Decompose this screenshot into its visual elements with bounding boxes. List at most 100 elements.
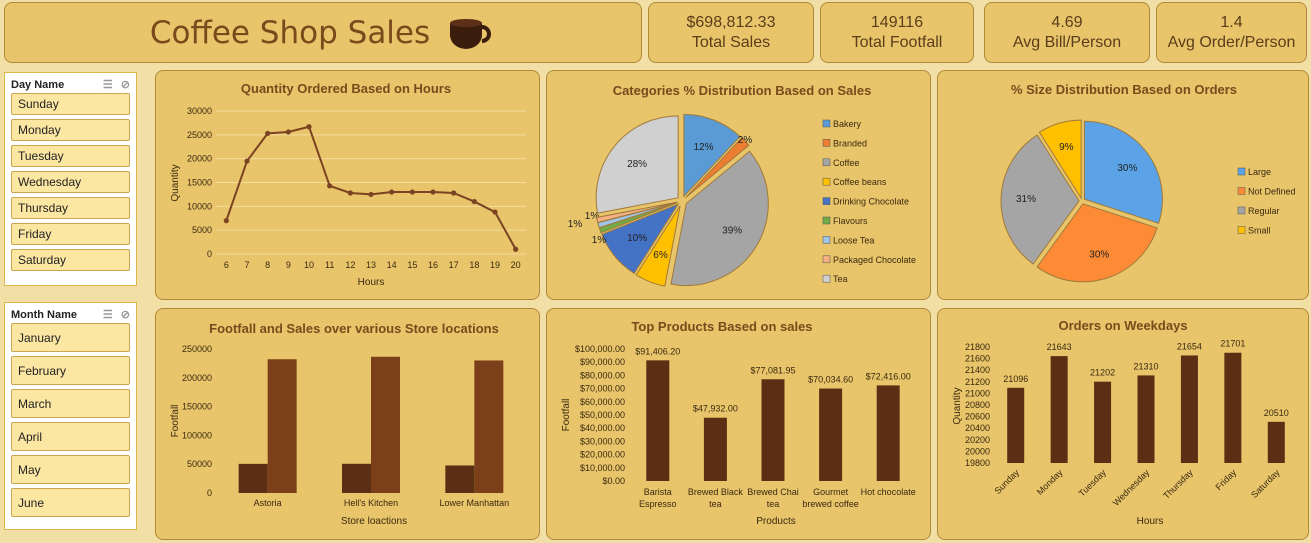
y-tick-label: 10000 bbox=[187, 201, 212, 211]
y-tick-label: $60,000.00 bbox=[580, 397, 625, 407]
data-label: 21096 bbox=[1003, 374, 1028, 384]
slicer-item[interactable]: Tuesday bbox=[11, 145, 130, 167]
slicer-item[interactable]: Sunday bbox=[11, 93, 130, 115]
y-axis-label: Quantity bbox=[170, 164, 181, 201]
panel-sizes-chart: % Size Distribution Based on Orders 30% 30… bbox=[937, 70, 1309, 300]
legend-swatch bbox=[822, 158, 831, 167]
slicer-item[interactable]: Saturday bbox=[11, 249, 130, 271]
data-point bbox=[347, 190, 353, 196]
y-tick-label: $50,000.00 bbox=[580, 410, 625, 420]
slicer-item[interactable]: Wednesday bbox=[11, 171, 130, 193]
y-tick-label: 100000 bbox=[182, 430, 212, 440]
y-axis-label: Quantity bbox=[952, 387, 963, 424]
x-tick-label: 20 bbox=[511, 260, 521, 270]
legend-swatch bbox=[822, 236, 831, 244]
clear-filter-icon[interactable]: ⊘ bbox=[121, 308, 130, 321]
hours-chart: Quantity Ordered Based on Hours 0 5000 1000… bbox=[170, 81, 526, 288]
data-label: 1% bbox=[592, 235, 607, 246]
x-tick-label: 10 bbox=[304, 260, 314, 270]
legend-label: Bakery bbox=[833, 119, 862, 129]
y-tick-label: 21600 bbox=[965, 354, 990, 364]
bar bbox=[371, 356, 400, 493]
data-label: 12% bbox=[693, 142, 713, 153]
slicer-item[interactable]: April bbox=[11, 422, 130, 451]
legend-swatch bbox=[822, 139, 831, 147]
y-tick-label: 150000 bbox=[182, 402, 212, 412]
data-point bbox=[244, 158, 250, 164]
slicer-items: January February March April May June bbox=[5, 323, 136, 517]
y-tick-label: 5000 bbox=[192, 225, 212, 235]
slicer-item[interactable]: March bbox=[11, 389, 130, 418]
data-label: 1% bbox=[568, 219, 583, 230]
x-tick-label: Friday bbox=[1214, 467, 1239, 492]
y-tick-label: $70,000.00 bbox=[580, 384, 625, 394]
legend-label: Not Defined bbox=[1248, 187, 1296, 197]
data-label: $72,416.00 bbox=[866, 371, 911, 381]
slicer-item[interactable]: Monday bbox=[11, 119, 130, 141]
y-tick-label: $10,000.00 bbox=[580, 463, 625, 473]
legend-swatch bbox=[822, 177, 831, 186]
slicer-item[interactable]: January bbox=[11, 323, 130, 352]
y-axis-label: Footfall bbox=[170, 405, 181, 438]
data-label: 30% bbox=[1117, 163, 1137, 174]
slicer-item[interactable]: May bbox=[11, 455, 130, 484]
y-tick-label: 20400 bbox=[965, 423, 990, 433]
y-tick-label: 20200 bbox=[965, 435, 990, 445]
chart-title: % Size Distribution Based on Orders bbox=[1011, 82, 1237, 97]
legend-label: Drinking Chocolate bbox=[833, 197, 909, 207]
bar bbox=[1267, 421, 1285, 463]
clear-filter-icon[interactable]: ⊘ bbox=[121, 78, 130, 91]
coffee-cup-icon bbox=[448, 15, 496, 51]
y-tick-label: $90,000.00 bbox=[580, 357, 625, 367]
x-tick-label: 13 bbox=[366, 260, 376, 270]
slicer-item[interactable]: June bbox=[11, 488, 130, 517]
y-tick-label: $80,000.00 bbox=[580, 370, 625, 380]
data-label: 6% bbox=[653, 250, 668, 261]
data-label: $77,081.95 bbox=[750, 365, 795, 375]
x-tick-label: Espresso bbox=[639, 499, 677, 509]
locations-chart: Footfall and Sales over various Store lo… bbox=[170, 321, 510, 527]
kpi-label: Avg Order/Person bbox=[1167, 33, 1296, 51]
legend-swatch bbox=[822, 255, 831, 264]
x-tick-label: 14 bbox=[387, 260, 397, 270]
title-panel: Coffee Shop Sales bbox=[4, 2, 642, 63]
legend-label: Branded bbox=[833, 138, 867, 148]
panel-locations-chart: Footfall and Sales over various Store lo… bbox=[155, 308, 540, 540]
x-tick-label: Astoria bbox=[254, 498, 282, 508]
slicer-header: Month Name ☰ ⊘ bbox=[5, 303, 136, 323]
panel-weekdays-chart: Orders on Weekdays 19800 20000 20200 20400 20… bbox=[937, 308, 1309, 540]
x-tick-label: 9 bbox=[286, 260, 291, 270]
y-tick-label: 20800 bbox=[965, 400, 990, 410]
slicer-item[interactable]: February bbox=[11, 356, 130, 385]
slicer-item[interactable]: Friday bbox=[11, 223, 130, 245]
legend-swatch bbox=[1237, 167, 1246, 176]
x-tick-label: Saturday bbox=[1249, 467, 1282, 500]
kpi-total-footfall: 149116 Total Footfall bbox=[820, 2, 974, 63]
x-tick-label: Lower Manhattan bbox=[440, 498, 510, 508]
multi-select-icon[interactable]: ☰ bbox=[103, 308, 113, 321]
x-tick-label: 17 bbox=[449, 260, 459, 270]
data-label: 21701 bbox=[1220, 339, 1245, 349]
x-tick-label: Tuesday bbox=[1077, 467, 1109, 499]
multi-select-icon[interactable]: ☰ bbox=[103, 78, 113, 91]
x-tick-label: Gourmet bbox=[813, 487, 849, 497]
legend-swatch bbox=[822, 274, 831, 283]
x-tick-label: 15 bbox=[407, 260, 417, 270]
legend-label: Flavours bbox=[833, 216, 868, 226]
x-tick-label: tea bbox=[767, 499, 780, 509]
chart-title: Quantity Ordered Based on Hours bbox=[241, 81, 451, 96]
data-label: 39% bbox=[722, 226, 742, 237]
x-tick-label: 12 bbox=[345, 260, 355, 270]
legend-label: Regular bbox=[1248, 206, 1280, 216]
legend-swatch bbox=[822, 216, 831, 225]
data-point bbox=[265, 130, 271, 137]
y-tick-label: 21200 bbox=[965, 377, 990, 387]
data-label: 9% bbox=[1059, 142, 1074, 153]
y-tick-label: 20000 bbox=[187, 154, 212, 164]
y-tick-label: 19800 bbox=[965, 458, 990, 468]
sizes-chart: % Size Distribution Based on Orders 30% 30… bbox=[1000, 82, 1296, 283]
slicer-item[interactable]: Thursday bbox=[11, 197, 130, 219]
y-tick-label: 30000 bbox=[187, 106, 212, 116]
data-label: 21310 bbox=[1133, 361, 1158, 371]
legend-label: Packaged Chocolate bbox=[833, 255, 916, 265]
